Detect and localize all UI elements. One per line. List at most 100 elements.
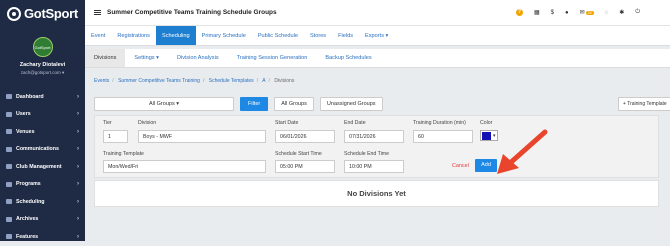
chevron-right-icon: › [77,233,79,240]
mail-icon[interactable]: ✉ 24 [580,9,594,16]
help-icon[interactable]: ? [515,9,523,16]
tier-label: Tier [103,120,112,126]
secondary-tabs: Divisions Settings ▾ Division Analysis T… [85,49,670,68]
sidebar-item-users[interactable]: Users › [0,106,85,124]
tab-registrations[interactable]: Registrations [111,26,156,45]
add-button[interactable]: Add [475,159,497,172]
chevron-right-icon: › [77,163,79,170]
sidebar: GotSport GotSport Zachary Diotalevi zach… [0,0,85,241]
sidebar-item-label: Club Management [16,163,62,170]
chevron-right-icon: › [77,128,79,135]
chevron-right-icon: › [77,93,79,100]
filter-button[interactable]: Filter [240,97,269,111]
duration-input[interactable]: 60 [413,130,473,143]
groups-select[interactable]: All Groups ▾ [94,97,234,111]
menu-icon[interactable] [94,10,101,15]
sidebar-item-communications[interactable]: Communications › [0,141,85,159]
profile-name: Zachary Diotalevi [19,62,66,68]
breadcrumb-template[interactable]: A [262,78,265,84]
start-date-input[interactable]: 06/01/2026 [275,130,335,143]
sidebar-item-label: Features [16,233,39,240]
chevron-right-icon: › [77,216,79,223]
tab-stores[interactable]: Stores [304,26,332,45]
sidebar-item-club-management[interactable]: Club Management › [0,158,85,176]
tab-settings[interactable]: Settings ▾ [125,49,168,67]
division-label: Division [138,120,157,126]
tab-division-analysis[interactable]: Division Analysis [168,49,228,67]
sidebar-item-dashboard[interactable]: Dashboard › [0,88,85,106]
template-label: Training Template [103,151,144,157]
sidebar-item-label: Users [16,111,31,118]
logo-text: GotSport [24,6,78,21]
programs-icon [6,181,12,187]
sidebar-item-label: Scheduling [16,198,45,205]
users-icon [6,111,12,117]
sidebar-item-label: Venues [16,128,35,135]
power-icon[interactable]: ⏻ [635,9,640,16]
red-arrow-annotation [497,129,548,174]
primary-tabs: Event Registrations Scheduling Primary S… [85,25,670,46]
end-time-input[interactable]: 10:00 PM [344,160,404,173]
tab-training-session-generation[interactable]: Training Session Generation [228,49,317,67]
division-input[interactable]: Boys - MWF [138,130,266,143]
tab-fields[interactable]: Fields [332,26,359,45]
tab-divisions[interactable]: Divisions [85,49,126,67]
sidebar-item-archives[interactable]: Archives › [0,211,85,229]
tab-scheduling[interactable]: Scheduling [155,26,196,45]
tab-backup-schedules[interactable]: Backup Schedules [316,49,380,67]
grid-icon[interactable]: ▦ [534,9,540,16]
start-date-label: Start Date [275,120,299,126]
breadcrumb-schedule-templates[interactable]: Schedule Templates [209,78,254,84]
empty-state: No Divisions Yet [94,180,659,207]
sidebar-item-scheduling[interactable]: Scheduling › [0,193,85,211]
end-time-label: Schedule End Time [344,151,389,157]
training-template-select[interactable]: Mon/Wed/Fri [103,160,266,173]
scheduling-icon [6,199,12,205]
sidebar-item-venues[interactable]: Venues › [0,123,85,141]
chevron-right-icon: › [77,181,79,188]
sidebar-item-label: Dashboard [16,93,44,100]
avatar[interactable]: GotSport [32,37,53,57]
start-time-label: Schedule Start Time [275,151,322,157]
gotsport-logo[interactable]: GotSport [0,0,85,27]
archives-icon [6,216,12,222]
communications-icon [6,146,12,152]
end-date-label: End Date [344,120,366,126]
end-date-input[interactable]: 07/31/2026 [344,130,404,143]
sidebar-item-programs[interactable]: Programs › [0,176,85,194]
club-icon [6,164,12,170]
dollar-icon[interactable]: $ [551,10,554,16]
tab-event[interactable]: Event [85,26,111,45]
tab-primary-schedule[interactable]: Primary Schedule [196,26,252,45]
tier-input[interactable]: 1 [103,130,128,143]
mail-badge: 24 [585,11,594,15]
sidebar-item-label: Archives [16,216,39,223]
features-icon [6,234,12,240]
breadcrumb-event[interactable]: Summer Competitive Teams Training [118,78,200,84]
sidebar-item-label: Communications [16,146,59,153]
breadcrumb-events[interactable]: Events [94,78,109,84]
tab-public-schedule[interactable]: Public Schedule [252,26,304,45]
dashboard-icon [6,94,12,100]
profile-email[interactable]: zach@gotsport.com ▾ [0,70,85,76]
unassigned-groups-button[interactable]: Unassigned Groups [319,97,383,111]
start-time-input[interactable]: 05:00 PM [275,160,335,173]
page-title: Summer Competitive Teams Training Schedu… [107,9,277,16]
profile: GotSport Zachary Diotalevi zach@gotsport… [0,27,85,87]
top-icons: ? ▦ $ ● ✉ 24 ◌ ✱ ⏻ [515,0,640,25]
cancel-link[interactable]: Cancel [452,163,469,169]
chat-icon[interactable]: ◌ [605,10,609,16]
sidebar-item-features[interactable]: Features › [0,228,85,246]
add-training-template-button[interactable]: + Training Template [618,97,670,111]
all-groups-button[interactable]: All Groups [274,97,314,111]
color-swatch [482,131,491,140]
filter-row: All Groups ▾ Filter All Groups Unassigne… [94,97,383,111]
user-icon[interactable]: ● [565,10,569,16]
gear-icon[interactable]: ✱ [619,9,624,16]
breadcrumb-current: Divisions [274,78,295,84]
chevron-right-icon: › [77,111,79,118]
color-label: Color [480,120,493,126]
duration-label: Training Duration (min) [413,120,466,126]
breadcrumb: Events / Summer Competitive Teams Trainin… [94,78,295,84]
tab-exports[interactable]: Exports ▾ [359,26,394,45]
